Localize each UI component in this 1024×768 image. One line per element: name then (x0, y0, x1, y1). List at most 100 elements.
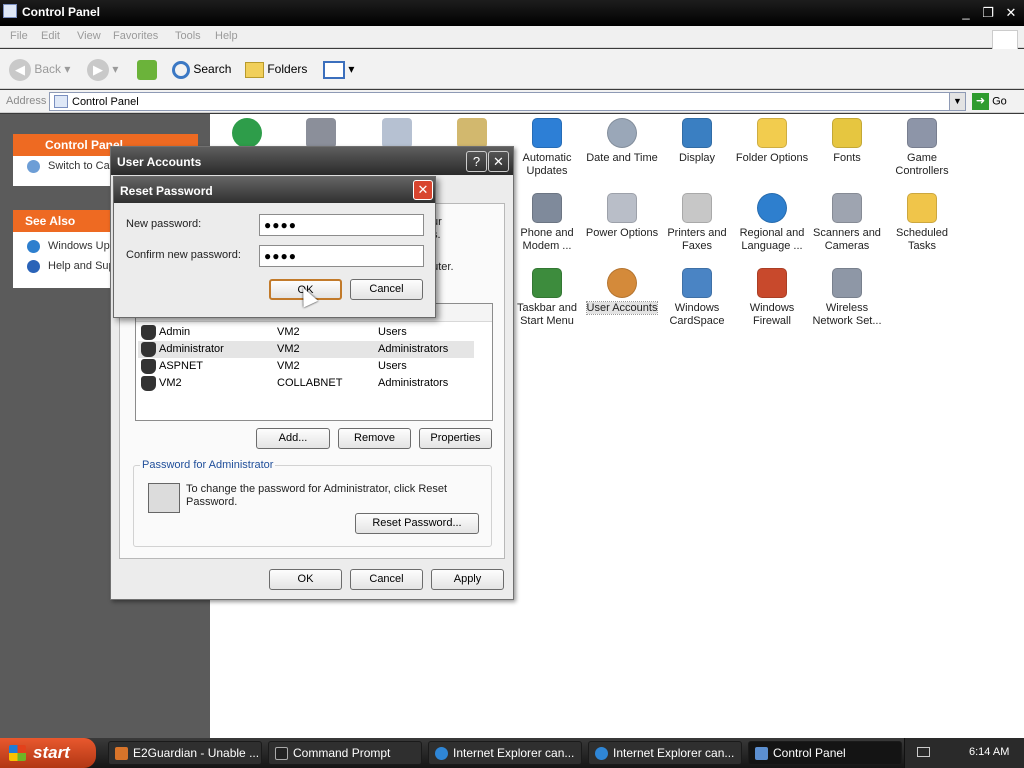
user-icon (141, 342, 156, 357)
cp-item-fonts[interactable]: Fonts (810, 118, 884, 165)
cp-item-date-and-time[interactable]: Date and Time (585, 118, 659, 165)
reset-password-button[interactable]: Reset Password... (355, 513, 479, 534)
new-password-field[interactable]: ●●●● (259, 214, 424, 236)
menu-tools[interactable]: Tools (175, 30, 201, 42)
cp-item-windows-cardspace[interactable]: Windows CardSpace (660, 268, 734, 328)
cancel-button[interactable]: Cancel (350, 569, 423, 590)
cp-item-user-accounts[interactable]: User Accounts (585, 268, 659, 315)
search-button[interactable]: Search (172, 57, 231, 81)
start-button[interactable]: start (0, 738, 96, 768)
close-button[interactable]: ✕ (1001, 3, 1021, 22)
password-group-text: To change the password for Administrator… (186, 483, 448, 508)
user-accounts-close-button[interactable]: ✕ (488, 151, 509, 172)
control-panel-icon (54, 95, 68, 108)
users-list[interactable]: Admin VM2 Users Administrator VM2 Admini… (135, 303, 493, 421)
user-accounts-titlebar: User Accounts ? ✕ (111, 147, 513, 175)
wireless-icon (832, 268, 862, 298)
confirm-password-field[interactable]: ●●●● (259, 245, 424, 267)
windows-update-icon (27, 240, 40, 253)
reset-password-title: Reset Password (120, 184, 213, 198)
taskbar-item-label: Command Prompt (293, 746, 391, 760)
add-remove-programs-icon[interactable] (382, 118, 412, 148)
taskbar-item-command-prompt[interactable]: Command Prompt (268, 741, 422, 765)
menu-help[interactable]: Help (215, 30, 238, 42)
administrative-tools-icon[interactable] (457, 118, 487, 148)
accessibility-options-icon[interactable] (232, 118, 262, 148)
go-button[interactable]: ➜ Go (972, 93, 1007, 111)
properties-button[interactable]: Properties (419, 428, 492, 449)
menu-favorites[interactable]: Favorites (113, 30, 158, 42)
cp-item-wireless-network-setup[interactable]: Wireless Network Set... (810, 268, 884, 328)
forward-button[interactable]: ▶ ▾ (87, 57, 118, 81)
user-group-cell: Administrators (378, 343, 449, 355)
user-icon (141, 325, 156, 340)
cp-item-scheduled-tasks[interactable]: Scheduled Tasks (885, 193, 959, 253)
control-panel-icon (755, 747, 768, 760)
reset-password-close-button[interactable]: ✕ (413, 180, 433, 200)
cardspace-icon (682, 268, 712, 298)
minimize-button[interactable]: _ (956, 3, 976, 22)
menu-edit[interactable]: Edit (41, 30, 60, 42)
new-password-label: New password: (126, 218, 202, 230)
add-user-button[interactable]: Add... (256, 428, 330, 449)
taskbar-item-internet-explorer-1[interactable]: Internet Explorer can... (428, 741, 582, 765)
cp-item-label: Scanners and Cameras (813, 227, 881, 252)
cp-item-automatic-updates[interactable]: Automatic Updates (510, 118, 584, 178)
cp-item-taskbar-and-start-menu[interactable]: Taskbar and Start Menu (510, 268, 584, 328)
taskbar-item-control-panel[interactable]: Control Panel (748, 741, 902, 765)
table-row[interactable]: Administrator VM2 Administrators (138, 341, 474, 358)
ok-button[interactable]: OK (269, 569, 342, 590)
views-button[interactable]: ▾ (323, 57, 354, 81)
cp-item-label: Windows Firewall (749, 302, 795, 327)
phone-modem-icon (532, 193, 562, 223)
cp-item-windows-firewall[interactable]: Windows Firewall (735, 268, 809, 328)
go-label: Go (992, 95, 1007, 108)
cp-item-phone-and-modem[interactable]: Phone and Modem ... (510, 193, 584, 253)
help-button[interactable]: ? (466, 151, 487, 172)
menu-file[interactable]: File (10, 30, 28, 42)
restore-button[interactable]: ❐ (978, 3, 998, 22)
cp-item-display[interactable]: Display (660, 118, 734, 165)
up-button[interactable] (137, 57, 157, 81)
address-bar: Address Control Panel ▼ ➜ Go (0, 90, 1024, 113)
windows-logo-icon (992, 30, 1018, 50)
switch-view-label: Switch to Cat (48, 160, 113, 172)
apply-button[interactable]: Apply (431, 569, 504, 590)
taskbar-item-internet-explorer-2[interactable]: Internet Explorer can... (588, 741, 742, 765)
start-label: start (33, 743, 70, 762)
cp-item-printers-and-faxes[interactable]: Printers and Faxes (660, 193, 734, 253)
clock[interactable]: 6:14 AM (969, 746, 1009, 758)
printers-icon (682, 193, 712, 223)
cp-item-regional-and-language[interactable]: Regional and Language ... (735, 193, 809, 253)
cp-item-game-controllers[interactable]: Game Controllers (885, 118, 959, 178)
user-domain-cell: VM2 (277, 343, 300, 355)
user-domain-cell: VM2 (277, 326, 300, 338)
cp-item-scanners-and-cameras[interactable]: Scanners and Cameras (810, 193, 884, 253)
user-accounts-title: User Accounts (117, 155, 202, 169)
user-name-cell: ASPNET (159, 360, 204, 372)
taskbar-item-e2guardian[interactable]: E2Guardian - Unable ... (108, 741, 262, 765)
table-row[interactable]: ASPNET VM2 Users (138, 358, 474, 375)
address-input[interactable]: Control Panel (49, 92, 966, 111)
reset-password-cancel-button[interactable]: Cancel (350, 279, 423, 300)
remove-user-button[interactable]: Remove (338, 428, 411, 449)
table-row[interactable]: VM2 COLLABNET Administrators (138, 375, 474, 392)
folders-button[interactable]: Folders (245, 57, 307, 81)
address-dropdown-button[interactable]: ▼ (949, 92, 966, 111)
cp-item-label: Automatic Updates (522, 152, 572, 177)
reset-password-titlebar: Reset Password ✕ (114, 177, 435, 203)
menu-view[interactable]: View (77, 30, 101, 42)
user-group-cell: Users (378, 326, 407, 338)
fonts-icon (832, 118, 862, 148)
taskbar: start E2Guardian - Unable ... Command Pr… (0, 738, 1024, 768)
cp-item-power-options[interactable]: Power Options (585, 193, 659, 240)
taskbar-item-label: Internet Explorer can... (613, 746, 735, 760)
cp-item-label: Power Options (585, 227, 659, 239)
window-title: Control Panel (22, 5, 101, 19)
cp-item-folder-options[interactable]: Folder Options (735, 118, 809, 165)
back-button[interactable]: ◀ Back ▾ (9, 57, 70, 81)
add-hardware-icon[interactable] (306, 118, 336, 148)
table-row[interactable]: Admin VM2 Users (138, 324, 474, 341)
search-icon (172, 60, 190, 79)
keyboard-icon[interactable] (917, 747, 930, 757)
